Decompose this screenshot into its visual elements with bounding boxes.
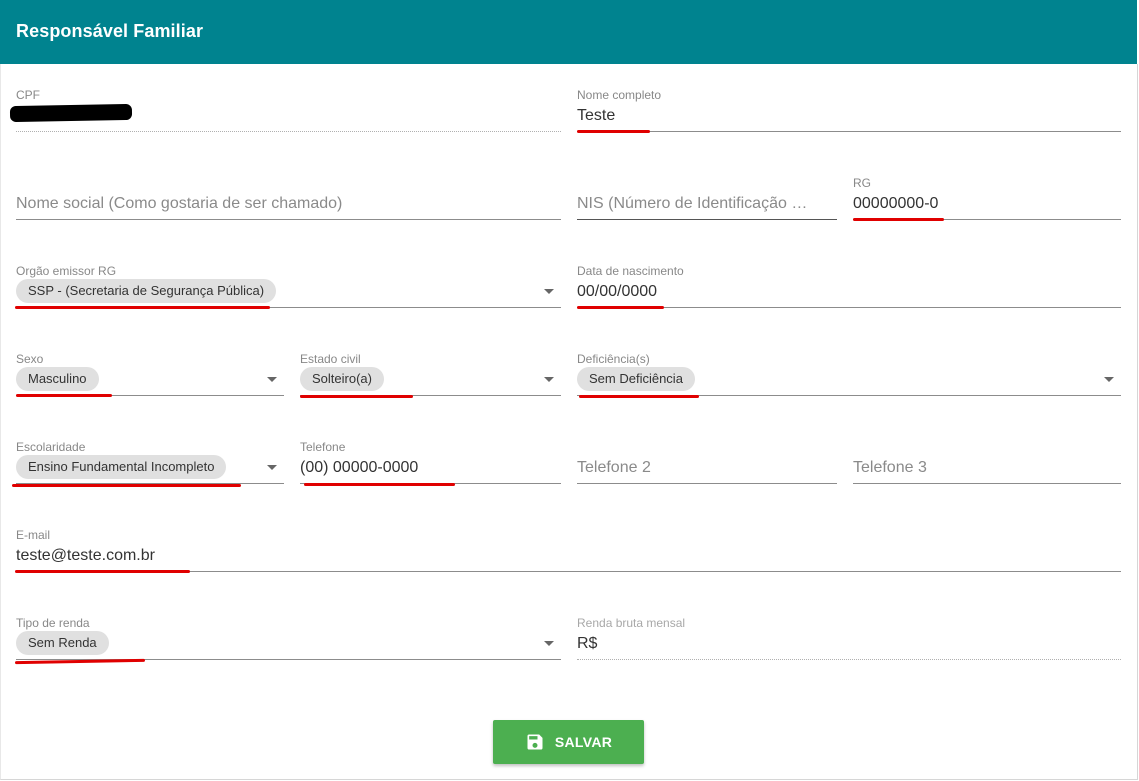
dropdown-arrow-icon[interactable] (544, 641, 554, 646)
nome-social-field[interactable]: Nome social (Como gostaria de ser chamad… (16, 176, 561, 222)
email-label: E-mail (16, 528, 51, 542)
nome-completo-label: Nome completo (577, 88, 662, 102)
annotation-underline (16, 394, 112, 397)
escolaridade-chip: Ensino Fundamental Incompleto (16, 455, 227, 479)
form-card (0, 64, 1138, 780)
telefone3-underline (853, 483, 1121, 484)
nome-completo-underline (577, 131, 1121, 132)
annotation-underline (577, 306, 664, 309)
deficiencia-chip: Sem Deficiência (577, 367, 695, 391)
dropdown-arrow-icon[interactable] (267, 465, 277, 470)
renda-bruta-value: R$ (577, 635, 598, 652)
deficiencia-label: Deficiência(s) (577, 352, 650, 366)
data-nascimento-value: 00/00/0000 (577, 283, 658, 300)
tipo-renda-label: Tipo de renda (16, 616, 90, 630)
orgao-emissor-label: Orgão emissor RG (16, 264, 117, 278)
sexo-chip: Masculino (16, 367, 99, 391)
floppy-disk-icon (527, 734, 543, 750)
nome-completo-field[interactable]: Nome completo Teste (577, 88, 1121, 134)
annotation-underline (577, 130, 650, 133)
renda-bruta-field[interactable]: Renda bruta mensal R$ (577, 616, 1121, 662)
email-value: teste@teste.com.br (16, 547, 155, 564)
sexo-label: Sexo (16, 352, 44, 366)
data-nascimento-label: Data de nascimento (577, 264, 684, 278)
estado-civil-label: Estado civil (300, 352, 361, 366)
annotation-underline (300, 395, 413, 398)
estado-civil-select[interactable]: Estado civil Solteiro(a) (300, 352, 561, 398)
redaction-mark (9, 103, 133, 123)
tipo-renda-select[interactable]: Tipo de renda Sem Renda (16, 616, 561, 662)
cpf-label: CPF (16, 88, 40, 102)
annotation-underline (579, 395, 699, 398)
rg-field[interactable]: RG 00000000-0 (853, 176, 1121, 222)
telefone2-field[interactable]: Telefone 2 (577, 440, 837, 486)
nome-completo-value: Teste (577, 107, 616, 124)
cpf-underline (16, 131, 561, 132)
nis-underline (577, 219, 837, 220)
annotation-underline (12, 484, 241, 487)
escolaridade-select[interactable]: Escolaridade Ensino Fundamental Incomple… (16, 440, 284, 486)
renda-bruta-underline (577, 659, 1121, 660)
telefone3-field[interactable]: Telefone 3 (853, 440, 1121, 486)
annotation-underline (853, 218, 944, 221)
form-header: Responsável Familiar (0, 0, 1137, 64)
renda-bruta-label: Renda bruta mensal (577, 616, 686, 630)
telefone-value: (00) 00000-0000 (300, 459, 419, 476)
dropdown-arrow-icon[interactable] (267, 377, 277, 382)
save-button[interactable]: SALVAR (493, 720, 644, 764)
sexo-select[interactable]: Sexo Masculino (16, 352, 284, 398)
nis-field[interactable]: NIS (Número de Identificação Social) (577, 176, 837, 222)
dropdown-arrow-icon[interactable] (544, 289, 554, 294)
rg-value: 00000000-0 (853, 195, 939, 212)
deficiencia-select[interactable]: Deficiência(s) Sem Deficiência (577, 352, 1121, 398)
orgao-emissor-select[interactable]: Orgão emissor RG SSP - (Secretaria de Se… (16, 264, 561, 310)
page-title: Responsável Familiar (16, 21, 204, 41)
email-field[interactable]: E-mail teste@teste.com.br (16, 528, 1121, 574)
estado-civil-chip: Solteiro(a) (300, 367, 384, 391)
telefone-field[interactable]: Telefone (00) 00000-0000 (300, 440, 561, 486)
telefone2-underline (577, 483, 837, 484)
data-nascimento-field[interactable]: Data de nascimento 00/00/0000 (577, 264, 1121, 310)
nis-placeholder: NIS (Número de Identificação Social) (577, 195, 813, 212)
annotation-underline (15, 306, 270, 309)
telefone2-placeholder: Telefone 2 (577, 459, 651, 476)
annotation-underline (15, 570, 190, 573)
annotation-underline (304, 483, 455, 486)
save-button-label: SALVAR (554, 734, 613, 750)
nome-social-placeholder: Nome social (Como gostaria de ser chamad… (16, 195, 343, 212)
tipo-renda-chip: Sem Renda (16, 631, 109, 655)
dropdown-arrow-icon[interactable] (544, 377, 554, 382)
escolaridade-label: Escolaridade (16, 440, 86, 454)
telefone-label: Telefone (300, 440, 346, 454)
dropdown-arrow-icon[interactable] (1104, 377, 1114, 382)
nome-social-underline (16, 219, 561, 220)
telefone3-placeholder: Telefone 3 (853, 459, 927, 476)
orgao-emissor-chip: SSP - (Secretaria de Segurança Pública) (16, 279, 277, 303)
rg-label: RG (853, 176, 871, 190)
